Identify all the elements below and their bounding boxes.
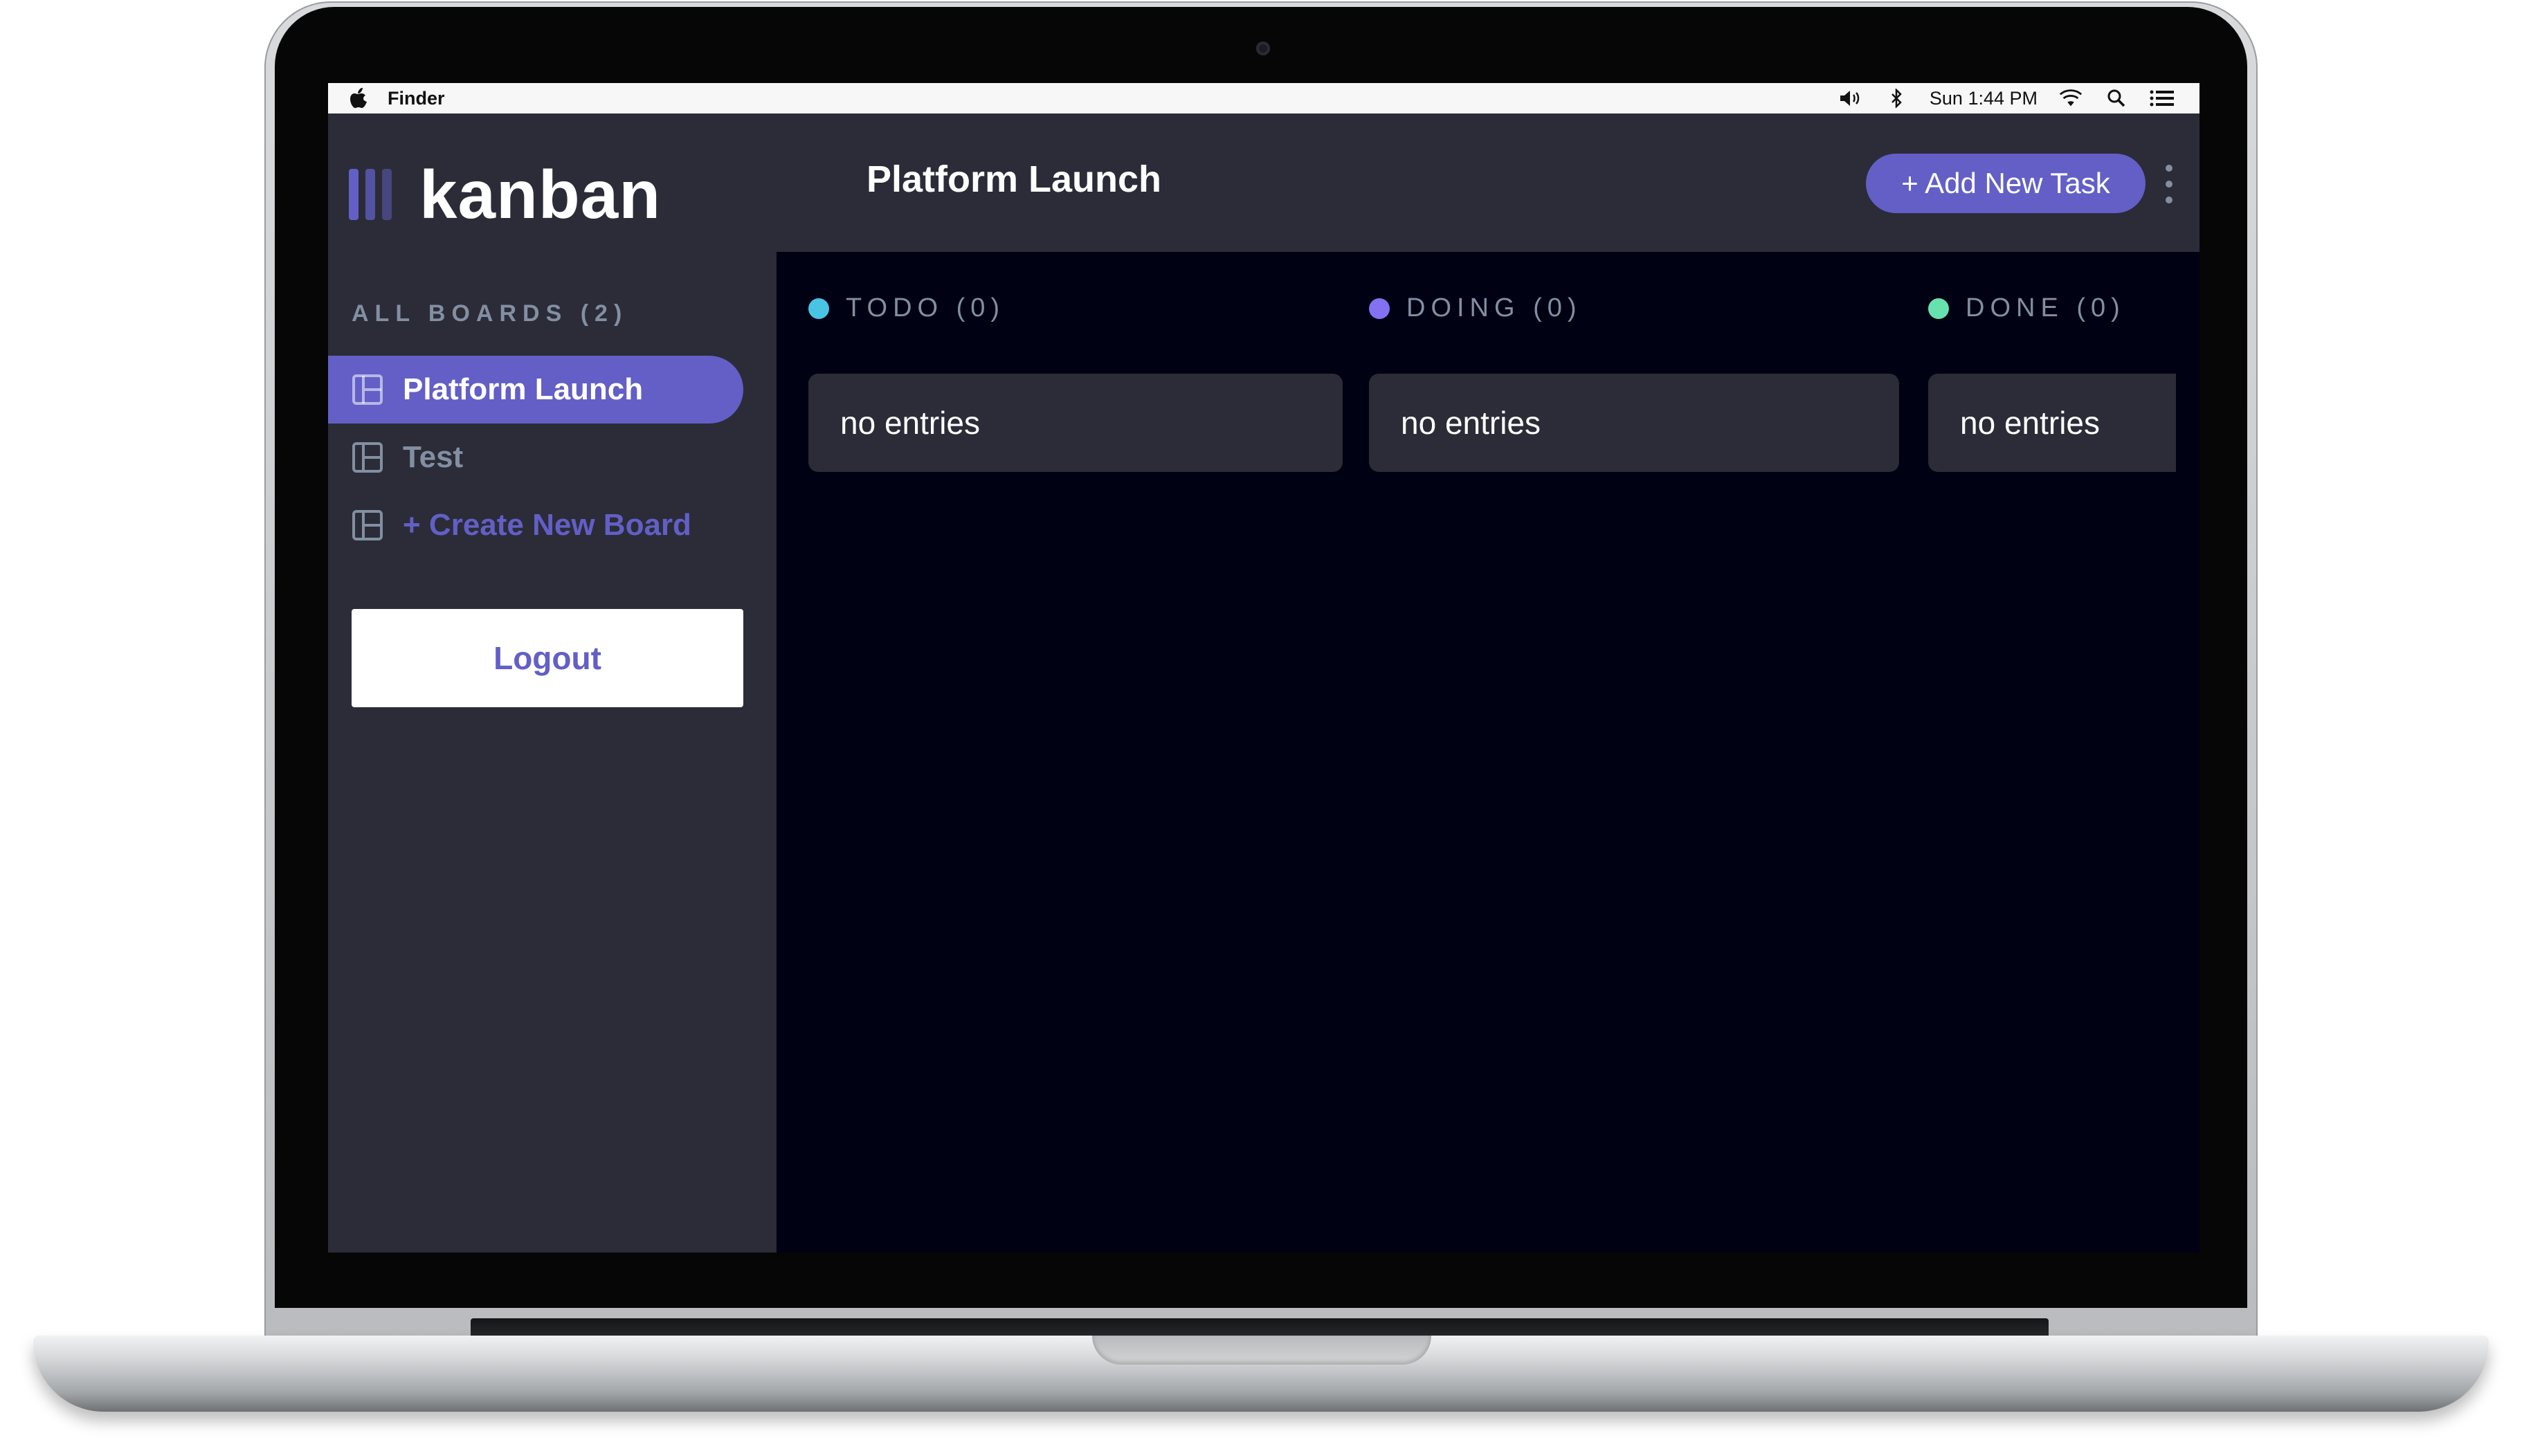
more-options-icon[interactable] bbox=[2161, 165, 2177, 203]
laptop-opening-notch bbox=[1092, 1336, 1431, 1365]
app-name-finder[interactable]: Finder bbox=[388, 88, 445, 109]
menu-bar: Finder Sun 1:44 PM bbox=[328, 83, 2199, 113]
notification-list-icon[interactable] bbox=[2150, 88, 2175, 109]
camera-icon bbox=[1256, 42, 1270, 55]
menubar-clock[interactable]: Sun 1:44 PM bbox=[1930, 88, 2038, 109]
sidebar-item-test[interactable]: Test bbox=[328, 424, 743, 491]
apple-icon[interactable] bbox=[349, 87, 370, 110]
spotlight-search-icon[interactable] bbox=[2104, 88, 2129, 109]
bluetooth-icon[interactable] bbox=[1884, 88, 1909, 109]
column-color-dot bbox=[1369, 298, 1390, 319]
wifi-icon[interactable] bbox=[2058, 88, 2083, 109]
column-color-dot bbox=[1928, 298, 1949, 319]
empty-label: no entries bbox=[840, 405, 981, 441]
page-title: Platform Launch bbox=[867, 158, 1162, 200]
create-new-board-label: + Create New Board bbox=[403, 508, 691, 542]
column-title: DONE (0) bbox=[1966, 293, 2125, 322]
volume-icon[interactable] bbox=[1838, 88, 1863, 109]
board-list: Platform Launch Test + Create New Board bbox=[328, 356, 743, 559]
sidebar: kanban ALL BOARDS (2) Platform Launch Te… bbox=[328, 113, 777, 1253]
board-header: Platform Launch + Add New Task bbox=[777, 113, 2199, 252]
sidebar-item-platform-launch[interactable]: Platform Launch bbox=[328, 356, 743, 424]
board-icon bbox=[352, 442, 383, 473]
sidebar-item-label: Platform Launch bbox=[403, 372, 644, 406]
screen: Finder Sun 1:44 PM kanban ALL BOARDS (2)… bbox=[328, 83, 2199, 1253]
logout-button[interactable]: Logout bbox=[352, 609, 743, 707]
column-title: DOING (0) bbox=[1406, 293, 1582, 322]
column-color-dot bbox=[808, 298, 829, 319]
add-new-task-button[interactable]: + Add New Task bbox=[1866, 154, 2145, 213]
board-icon bbox=[352, 374, 383, 405]
logo-text: kanban bbox=[419, 156, 662, 233]
column-header: DOING (0) bbox=[1369, 293, 1582, 323]
empty-column-card: no entries bbox=[808, 374, 1343, 472]
all-boards-heading: ALL BOARDS (2) bbox=[352, 300, 628, 327]
board-columns: TODO (0) no entries DOING (0) no entries… bbox=[777, 252, 2199, 1253]
menubar-status-area: Sun 1:44 PM bbox=[1838, 88, 2175, 109]
logo-bars-icon bbox=[349, 169, 392, 220]
empty-label: no entries bbox=[1401, 405, 1541, 441]
sidebar-item-label: Test bbox=[403, 440, 464, 474]
empty-column-card: no entries bbox=[1369, 374, 1899, 472]
empty-column-card: no entries bbox=[1928, 374, 2176, 472]
column-header: DONE (0) bbox=[1928, 293, 2125, 323]
column-title: TODO (0) bbox=[846, 293, 1006, 322]
empty-label: no entries bbox=[1960, 405, 2101, 441]
board-icon bbox=[352, 510, 383, 540]
create-new-board-button[interactable]: + Create New Board bbox=[328, 491, 743, 559]
app-logo[interactable]: kanban bbox=[349, 161, 661, 228]
column-header: TODO (0) bbox=[808, 293, 1005, 323]
